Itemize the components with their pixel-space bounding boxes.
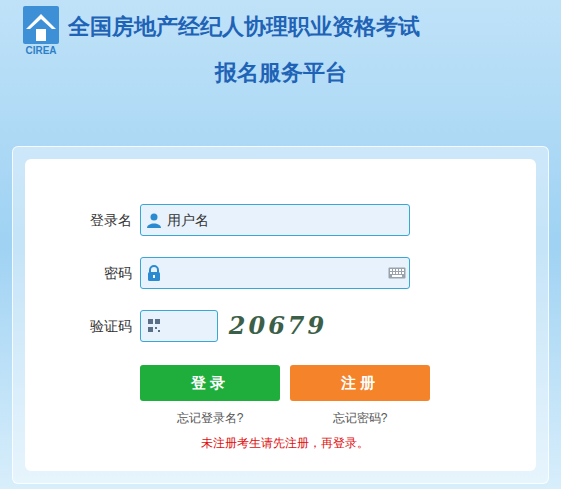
input-box [140,310,218,342]
field-label: 密码 [25,263,132,284]
field-row [140,257,536,289]
user-icon [146,212,162,228]
card-frame: 登录名密码验证码 20679 登录注册忘记登录名? 忘记密码? 未注册考生请先注册，再登… [12,146,549,484]
input-icon-wrap [141,212,167,228]
page-subtitle: 报名服务平台 [0,59,561,87]
logo-text: CIREA [25,45,56,57]
captcha-icon [147,318,161,334]
login-card: 登录名密码验证码 20679 登录注册忘记登录名? 忘记密码? 未注册考生请先注册，再登… [25,159,536,471]
actions: 登录注册忘记登录名? 忘记密码? 未注册考生请先注册，再登录。 [140,365,430,451]
page-title: 全国房地产经纪人协理职业资格考试 [68,5,420,41]
header-top: CIREA 全国房地产经纪人协理职业资格考试 [0,0,561,57]
input-box [140,257,410,289]
text-input[interactable] [167,316,217,337]
login-button[interactable]: 登录 [140,365,280,401]
captcha-code: 20679 [229,311,328,341]
field-label: 验证码 [25,316,132,337]
login-form: 登录名密码验证码 20679 [25,204,536,342]
keyboard-wrap[interactable] [385,267,409,279]
captcha-image[interactable]: 20679 [222,310,334,342]
register-notice: 未注册考生请先注册，再登录。 [140,435,430,451]
input-box [140,204,410,236]
input-icon-wrap [141,318,167,334]
lock-icon [146,265,162,281]
forgot-password-link[interactable]: 忘记密码? [290,410,430,426]
forgot-username-link[interactable]: 忘记登录名? [140,410,280,426]
keyboard-icon [388,267,406,279]
text-input[interactable] [167,210,409,231]
field-label: 登录名 [25,210,132,231]
text-input[interactable] [167,263,385,284]
field-row: 20679 [140,310,536,342]
logo: CIREA [20,5,62,57]
register-button[interactable]: 注册 [290,365,430,401]
house-logo-icon [22,5,60,45]
field-row [140,204,536,236]
header: CIREA 全国房地产经纪人协理职业资格考试报名服务平台 [0,0,561,146]
input-icon-wrap [141,265,167,281]
